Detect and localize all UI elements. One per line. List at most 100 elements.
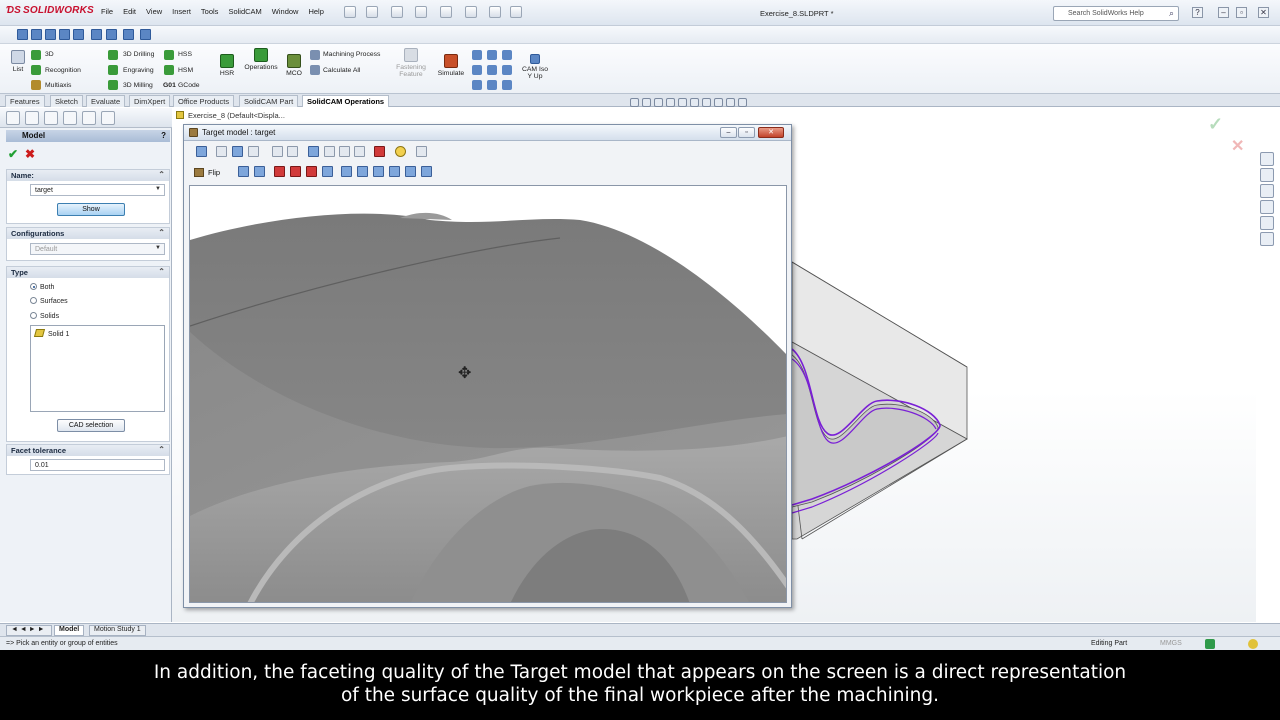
iso-view-icon[interactable] [373, 166, 384, 177]
isometric-view-icon[interactable] [196, 146, 207, 157]
multiaxis-button[interactable]: Multiaxis [45, 82, 71, 89]
feature-tree-crumb[interactable]: Exercise_8 (Default<Displa... [176, 111, 285, 120]
3d-drilling-button[interactable]: 3D Drilling [123, 51, 154, 58]
view-icon[interactable] [123, 29, 134, 40]
iso-view-icon[interactable] [389, 166, 400, 177]
tab-office-products[interactable]: Office Products [173, 95, 235, 107]
view-icon[interactable] [73, 29, 84, 40]
geometry-listbox[interactable]: Solid 1 [30, 325, 165, 412]
calculate-all-button[interactable]: Calculate All [323, 67, 360, 74]
dimxpert-manager-icon[interactable] [63, 111, 77, 125]
engraving-button[interactable]: Engraving [123, 67, 154, 74]
iso-view-icon[interactable] [357, 166, 368, 177]
help-search-input[interactable]: Search SolidWorks Help ⌕ [1053, 6, 1179, 21]
close-button[interactable]: ✕ [758, 127, 784, 138]
target-model-viewport[interactable]: ✥ [189, 185, 787, 603]
view-icon[interactable] [487, 50, 497, 60]
file-explorer-icon[interactable] [1260, 184, 1274, 198]
design-library-icon[interactable] [1260, 168, 1274, 182]
solidworks-logo[interactable]: ƊS SOLIDWORKS [6, 5, 94, 16]
zoom-out-icon[interactable] [287, 146, 298, 157]
restore-button[interactable]: ▫ [1236, 7, 1247, 18]
tab-sketch[interactable]: Sketch [50, 95, 83, 107]
print-icon[interactable] [415, 6, 427, 18]
edit-appearance-icon[interactable] [714, 98, 723, 107]
confirm-corner-cancel-icon[interactable]: ✕ [1231, 136, 1244, 156]
tab-model[interactable]: Model [54, 625, 85, 636]
status-units[interactable]: MMGS [1160, 640, 1182, 647]
view-settings-icon[interactable] [738, 98, 747, 107]
view-cube-icon[interactable] [308, 146, 319, 157]
fastening-feature-button[interactable]: Fastening Feature [394, 48, 428, 78]
rebuild-status-icon[interactable] [1248, 639, 1258, 649]
zoom-to-fit-icon[interactable] [630, 98, 639, 107]
property-manager-icon[interactable] [25, 111, 39, 125]
undo-icon[interactable] [440, 6, 452, 18]
close-button[interactable]: ✕ [1258, 7, 1269, 18]
iso-view-icon[interactable] [405, 166, 416, 177]
list-item[interactable]: Solid 1 [33, 329, 69, 338]
name-select[interactable]: target ▼ [30, 184, 165, 196]
view-icon[interactable] [45, 29, 56, 40]
view-icon[interactable] [17, 29, 28, 40]
view-right-icon[interactable] [290, 166, 301, 177]
iso-view-icon[interactable] [421, 166, 432, 177]
previous-view-icon[interactable] [654, 98, 663, 107]
feature-manager-icon[interactable] [6, 111, 20, 125]
view-back-icon[interactable] [254, 166, 265, 177]
radio-both[interactable]: Both [30, 283, 54, 291]
tab-evaluate[interactable]: Evaluate [86, 95, 126, 107]
operations-button[interactable]: Operations [242, 48, 280, 71]
menu-help[interactable]: Help [303, 7, 328, 16]
view-cube-icon[interactable] [339, 146, 350, 157]
collapse-icon[interactable]: ⌃ [158, 228, 165, 237]
view-icon[interactable] [487, 65, 497, 75]
view-front-icon[interactable] [238, 166, 249, 177]
cam-iso-y-up-button[interactable]: CAM Iso Y Up [518, 54, 552, 80]
hsm-button[interactable]: HSM [178, 67, 193, 74]
open-icon[interactable] [366, 6, 378, 18]
view-icon[interactable] [140, 29, 151, 40]
view-icon[interactable] [472, 65, 482, 75]
simulate-button[interactable]: Simulate [436, 54, 466, 77]
hsr-button[interactable]: HSR [218, 54, 236, 77]
type-group-header[interactable]: Type ⌃ [7, 267, 169, 278]
radio-solids[interactable]: Solids [30, 312, 59, 320]
solidworks-resources-icon[interactable] [1260, 152, 1274, 166]
cad-selection-button[interactable]: CAD selection [57, 419, 125, 432]
menu-file[interactable]: File [96, 7, 118, 16]
view-icon[interactable] [91, 29, 102, 40]
view-bottom-icon[interactable] [322, 166, 333, 177]
tab-features[interactable]: Features [5, 95, 45, 107]
facet-tolerance-group-header[interactable]: Facet tolerance ⌃ [7, 445, 169, 456]
tab-dimxpert[interactable]: DimXpert [129, 95, 171, 107]
view-icon[interactable] [59, 29, 70, 40]
flip-button[interactable]: Flip [208, 168, 220, 177]
collapse-icon[interactable]: ⌃ [158, 267, 165, 276]
collapse-icon[interactable]: ⌃ [158, 170, 165, 179]
ok-check-icon[interactable]: ✔ [8, 147, 18, 161]
help-icon[interactable]: ? [1192, 7, 1203, 18]
maximize-button[interactable]: ▫ [738, 127, 755, 138]
view-icon[interactable] [31, 29, 42, 40]
zoom-fit-icon[interactable] [216, 146, 227, 157]
view-left-icon[interactable] [274, 166, 285, 177]
pan-icon[interactable] [232, 146, 243, 157]
rotate-icon[interactable] [248, 146, 259, 157]
save-icon[interactable] [391, 6, 403, 18]
mco-button[interactable]: MCO [284, 54, 304, 77]
help-icon[interactable]: ? [161, 131, 166, 140]
search-icon[interactable]: ⌕ [1169, 8, 1174, 19]
light-bulb-icon[interactable] [395, 146, 406, 157]
minimize-button[interactable]: – [1218, 7, 1229, 18]
view-icon[interactable] [487, 80, 497, 90]
custom-properties-icon[interactable] [1260, 232, 1274, 246]
minimize-button[interactable]: – [720, 127, 737, 138]
menu-view[interactable]: View [141, 7, 167, 16]
configuration-manager-icon[interactable] [44, 111, 58, 125]
name-group-header[interactable]: Name: ⌃ [7, 170, 169, 181]
tab-solidcam-part[interactable]: SolidCAM Part [239, 95, 299, 107]
copy-icon[interactable] [416, 146, 427, 157]
collapse-icon[interactable]: ⌃ [158, 445, 165, 454]
view-icon[interactable] [472, 80, 482, 90]
